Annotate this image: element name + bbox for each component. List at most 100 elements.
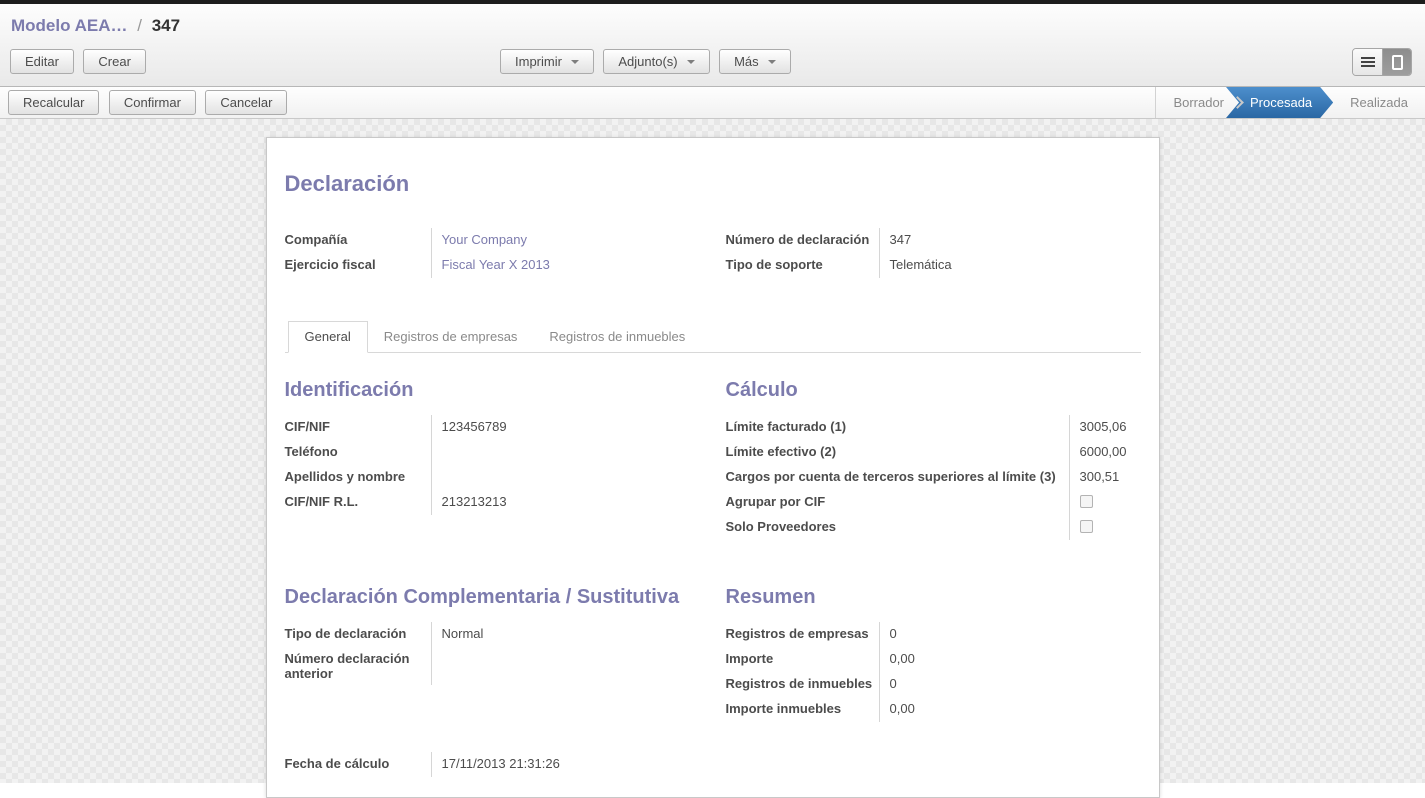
breadcrumb-parent-link[interactable]: Modelo AEA… (11, 16, 127, 35)
calculation-fields: Límite facturado (1)3005,06Límite efecti… (726, 415, 1141, 540)
view-switcher-group (1352, 48, 1412, 76)
list-view-button[interactable] (1353, 49, 1382, 75)
status-step-borrador: Borrador (1156, 95, 1241, 110)
field-row: Importe0,00 (726, 647, 1141, 672)
field-value: 0,00 (880, 647, 915, 672)
field-value: Normal (432, 622, 484, 647)
document-buttons: Imprimir Adjunto(s) Más (500, 49, 791, 74)
more-dropdown-button[interactable]: Más (719, 49, 791, 74)
section-title-complementary: Declaración Complementaria / Sustitutiva (285, 586, 700, 609)
field-label: Apellidos y nombre (285, 465, 432, 490)
field-value: 213213213 (432, 490, 507, 515)
field-value: 300,51 (1070, 465, 1120, 490)
tab-registros-de-empresas[interactable]: Registros de empresas (368, 322, 534, 352)
field-row: Tipo de declaraciónNormal (285, 622, 700, 647)
field-label: CIF/NIF (285, 415, 432, 440)
breadcrumb-current: 347 (152, 16, 180, 35)
identification-fields: CIF/NIF123456789TeléfonoApellidos y nomb… (285, 415, 700, 515)
field-label: Número declaración anterior (285, 647, 432, 685)
field-value: 0 (880, 622, 897, 647)
complementary-fields: Tipo de declaraciónNormalNúmero declarac… (285, 622, 700, 685)
field-label: Solo Proveedores (726, 515, 1070, 540)
field-value: Telemática (880, 253, 952, 278)
field-value (432, 647, 442, 685)
chevron-down-icon (687, 60, 695, 64)
field-row: Teléfono (285, 440, 700, 465)
tab-registros-de-inmuebles[interactable]: Registros de inmuebles (533, 322, 701, 352)
field-value (1070, 490, 1093, 515)
field-label: Fecha de cálculo (285, 752, 432, 777)
field-row: Límite facturado (1)3005,06 (726, 415, 1141, 440)
field-row: Número de declaración347 (726, 228, 1141, 253)
field-value-link[interactable]: Your Company (432, 228, 528, 253)
header-field-group: CompañíaYour CompanyEjercicio fiscalFisc… (285, 228, 1141, 278)
field-row: Registros de inmuebles0 (726, 672, 1141, 697)
edit-button[interactable]: Editar (10, 49, 74, 74)
workflow-buttons: Recalcular Confirmar Cancelar (0, 90, 287, 115)
field-label: Registros de inmuebles (726, 672, 880, 697)
notebook-tabs: GeneralRegistros de empresasRegistros de… (285, 321, 1141, 353)
form-view-icon (1392, 55, 1403, 70)
field-label: Ejercicio fiscal (285, 253, 432, 278)
form-view-button[interactable] (1382, 49, 1411, 75)
field-label: Agrupar por CIF (726, 490, 1070, 515)
section-title-calculation: Cálculo (726, 379, 1141, 402)
print-dropdown-button[interactable]: Imprimir (500, 49, 594, 74)
field-row: Agrupar por CIF (726, 490, 1141, 515)
tab-general[interactable]: General (288, 321, 368, 353)
field-label: Teléfono (285, 440, 432, 465)
field-row: CIF/NIF R.L.213213213 (285, 490, 700, 515)
field-row: Tipo de soporteTelemática (726, 253, 1141, 278)
field-row: Apellidos y nombre (285, 465, 700, 490)
field-label: Cargos por cuenta de terceros superiores… (726, 465, 1070, 490)
section-identification: Identificación CIF/NIF123456789TeléfonoA… (285, 379, 700, 515)
chevron-down-icon (768, 60, 776, 64)
field-label: Registros de empresas (726, 622, 880, 647)
attachments-dropdown-button[interactable]: Adjunto(s) (603, 49, 709, 74)
form-sheet: Declaración CompañíaYour CompanyEjercici… (266, 137, 1160, 798)
record-buttons: Editar Crear (10, 49, 146, 74)
breadcrumb: Modelo AEA… / 347 (0, 4, 1425, 40)
recalculate-button[interactable]: Recalcular (8, 90, 99, 115)
checkbox[interactable] (1080, 520, 1093, 533)
field-value: 6000,00 (1070, 440, 1127, 465)
field-row: CompañíaYour Company (285, 228, 700, 253)
field-label: Compañía (285, 228, 432, 253)
section-title-identification: Identificación (285, 379, 700, 402)
field-row: Solo Proveedores (726, 515, 1141, 540)
field-label: CIF/NIF R.L. (285, 490, 432, 515)
field-label: Importe (726, 647, 880, 672)
cancel-button[interactable]: Cancelar (205, 90, 287, 115)
field-row: Registros de empresas0 (726, 622, 1141, 647)
control-panel: Modelo AEA… / 347 Editar Crear Imprimir … (0, 4, 1425, 87)
section-summary: Resumen Registros de empresas0Importe0,0… (726, 586, 1141, 722)
section-complementary: Declaración Complementaria / Sustitutiva… (285, 586, 700, 685)
header-fields-left: CompañíaYour CompanyEjercicio fiscalFisc… (285, 228, 700, 278)
header-fields-right: Número de declaración347Tipo de soporteT… (726, 228, 1141, 278)
field-label: Importe inmuebles (726, 697, 880, 722)
field-value: 123456789 (432, 415, 507, 440)
field-label: Tipo de declaración (285, 622, 432, 647)
form-background: Declaración CompañíaYour CompanyEjercici… (0, 119, 1425, 783)
checkbox[interactable] (1080, 495, 1093, 508)
field-row: Cargos por cuenta de terceros superiores… (726, 465, 1141, 490)
section-title-summary: Resumen (726, 586, 1141, 609)
summary-fields: Registros de empresas0Importe0,00Registr… (726, 622, 1141, 722)
field-value (432, 465, 442, 490)
confirm-button[interactable]: Confirmar (109, 90, 196, 115)
attachments-label: Adjunto(s) (618, 54, 677, 69)
footer-fields: Fecha de cálculo17/11/2013 21:31:26 (285, 752, 1141, 777)
field-row: Fecha de cálculo17/11/2013 21:31:26 (285, 752, 1141, 777)
field-value: 3005,06 (1070, 415, 1127, 440)
field-row: Importe inmuebles0,00 (726, 697, 1141, 722)
field-value (432, 440, 442, 465)
field-value: 347 (880, 228, 912, 253)
field-value: 17/11/2013 21:31:26 (432, 752, 560, 777)
view-switcher (1352, 48, 1412, 76)
section-calculation: Cálculo Límite facturado (1)3005,06Límit… (726, 379, 1141, 540)
field-row: Límite efectivo (2)6000,00 (726, 440, 1141, 465)
breadcrumb-separator: / (132, 16, 147, 35)
field-value-link[interactable]: Fiscal Year X 2013 (432, 253, 550, 278)
create-button[interactable]: Crear (83, 49, 146, 74)
more-label: Más (734, 54, 759, 69)
